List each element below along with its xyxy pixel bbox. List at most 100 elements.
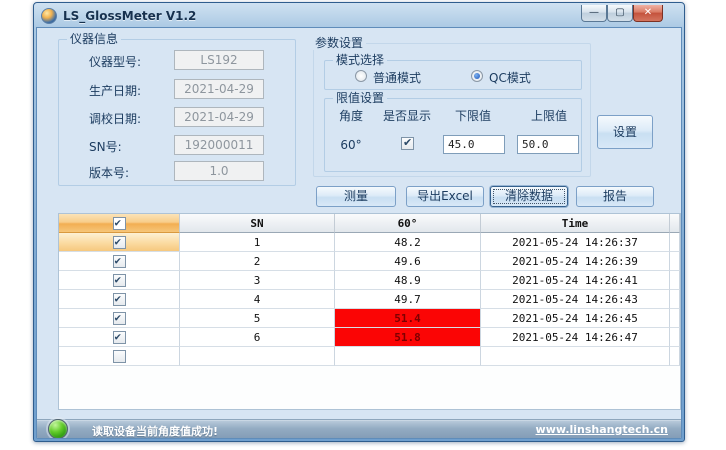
- connection-status-icon: [48, 419, 68, 439]
- prod-date-label: 生产日期:: [89, 82, 175, 99]
- table-row[interactable]: 2 49.6 2021-05-24 14:26:39: [59, 252, 680, 271]
- row-value-cell[interactable]: 49.6: [335, 252, 481, 271]
- qc-mode-label[interactable]: QC模式: [489, 69, 531, 86]
- row-filler-cell: [670, 328, 680, 347]
- row-checkbox[interactable]: [113, 255, 126, 268]
- calib-date-value[interactable]: 2021-04-29: [174, 107, 264, 127]
- mode-select-title: 模式选择: [333, 53, 387, 67]
- qc-mode-radio[interactable]: [471, 70, 483, 82]
- row-select-cell[interactable]: [59, 233, 180, 252]
- row-value-cell[interactable]: 51.4: [335, 309, 481, 328]
- table-rows: 1 48.2 2021-05-24 14:26:37 2 49.6 2021-0…: [59, 233, 680, 366]
- lower-col-header: 下限值: [445, 107, 501, 124]
- angle-col-header: 角度: [331, 107, 371, 124]
- upper-limit-input[interactable]: [517, 135, 579, 154]
- mode-select-group: 模式选择 普通模式 QC模式: [324, 60, 582, 90]
- status-message: 读取设备当前角度值成功!: [92, 423, 218, 439]
- table-row[interactable]: 5 51.4 2021-05-24 14:26:45: [59, 309, 680, 328]
- row-time-cell[interactable]: 2021-05-24 14:26:45: [481, 309, 670, 328]
- row-value-cell[interactable]: 48.2: [335, 233, 481, 252]
- row-select-cell[interactable]: [59, 328, 180, 347]
- model-value[interactable]: LS192: [174, 50, 264, 70]
- upper-col-header: 上限值: [521, 107, 577, 124]
- limit-settings-group: 限值设置 角度 是否显示 下限值 上限值 60°: [324, 98, 582, 172]
- sn-value[interactable]: 192000011: [174, 135, 264, 155]
- row-checkbox[interactable]: [113, 331, 126, 344]
- row-value-cell[interactable]: 51.8: [335, 328, 481, 347]
- angle-column-header[interactable]: 60°: [335, 214, 481, 233]
- report-button[interactable]: 报告: [576, 186, 654, 207]
- show-60-checkbox[interactable]: [401, 137, 414, 150]
- screenshot-stage: LS_GlossMeter V1.2 — ▢ ✕ 仪器信息 仪器型号: LS19…: [0, 0, 726, 450]
- normal-mode-radio[interactable]: [355, 70, 367, 82]
- maximize-button[interactable]: ▢: [607, 5, 633, 22]
- sn-column-header[interactable]: SN: [180, 214, 335, 233]
- close-button[interactable]: ✕: [633, 5, 663, 22]
- table-row[interactable]: [59, 347, 680, 366]
- table-row[interactable]: 1 48.2 2021-05-24 14:26:37: [59, 233, 680, 252]
- row-value-cell[interactable]: [335, 347, 481, 366]
- select-all-checkbox[interactable]: [113, 217, 126, 230]
- status-bar: 读取设备当前角度值成功! www.linshangtech.cn: [37, 420, 681, 438]
- row-value-cell[interactable]: 48.9: [335, 271, 481, 290]
- app-icon: [41, 8, 57, 24]
- row-checkbox[interactable]: [113, 236, 126, 249]
- window-title: LS_GlossMeter V1.2: [63, 9, 196, 23]
- row-time-cell[interactable]: 2021-05-24 14:26:41: [481, 271, 670, 290]
- row-time-cell[interactable]: 2021-05-24 14:26:37: [481, 233, 670, 252]
- clear-data-button[interactable]: 清除数据: [490, 186, 568, 207]
- row-time-cell[interactable]: 2021-05-24 14:26:47: [481, 328, 670, 347]
- table-row[interactable]: 6 51.8 2021-05-24 14:26:47: [59, 328, 680, 347]
- title-bar[interactable]: LS_GlossMeter V1.2 — ▢ ✕: [36, 5, 682, 27]
- row-sn-cell[interactable]: 5: [180, 309, 335, 328]
- row-filler-cell: [670, 252, 680, 271]
- version-label: 版本号:: [89, 164, 175, 181]
- row-checkbox[interactable]: [113, 350, 126, 363]
- sn-label: SN号:: [89, 138, 175, 155]
- row-sn-cell[interactable]: 2: [180, 252, 335, 271]
- minimize-button[interactable]: —: [581, 5, 607, 22]
- row-time-cell[interactable]: [481, 347, 670, 366]
- table-row[interactable]: 4 49.7 2021-05-24 14:26:43: [59, 290, 680, 309]
- prod-date-value[interactable]: 2021-04-29: [174, 79, 264, 99]
- row-checkbox[interactable]: [113, 274, 126, 287]
- row-sn-cell[interactable]: [180, 347, 335, 366]
- row-sn-cell[interactable]: 3: [180, 271, 335, 290]
- row-select-cell[interactable]: [59, 309, 180, 328]
- time-column-header[interactable]: Time: [481, 214, 670, 233]
- row-checkbox[interactable]: [113, 293, 126, 306]
- window-body: 仪器信息 仪器型号: LS192 生产日期: 2021-04-29 调校日期: …: [36, 27, 682, 439]
- row-filler-cell: [670, 233, 680, 252]
- app-window: LS_GlossMeter V1.2 — ▢ ✕ 仪器信息 仪器型号: LS19…: [33, 2, 685, 442]
- filler-column-header: [670, 214, 680, 233]
- row-sn-cell[interactable]: 1: [180, 233, 335, 252]
- row-sn-cell[interactable]: 4: [180, 290, 335, 309]
- vendor-link[interactable]: www.linshangtech.cn: [536, 423, 668, 436]
- normal-mode-label[interactable]: 普通模式: [373, 69, 421, 86]
- model-label: 仪器型号:: [89, 53, 175, 70]
- row-select-cell[interactable]: [59, 252, 180, 271]
- row-time-cell[interactable]: 2021-05-24 14:26:39: [481, 252, 670, 271]
- row-checkbox[interactable]: [113, 312, 126, 325]
- table-header-row: SN 60° Time: [59, 214, 680, 233]
- set-button[interactable]: 设置: [597, 115, 653, 149]
- row-select-cell[interactable]: [59, 347, 180, 366]
- version-value[interactable]: 1.0: [174, 161, 264, 181]
- row-sn-cell[interactable]: 6: [180, 328, 335, 347]
- row-time-cell[interactable]: 2021-05-24 14:26:43: [481, 290, 670, 309]
- measure-button[interactable]: 测量: [316, 186, 396, 207]
- select-all-header-cell[interactable]: [59, 214, 180, 233]
- calib-date-label: 调校日期:: [89, 110, 175, 127]
- row-value-cell[interactable]: 49.7: [335, 290, 481, 309]
- row-select-cell[interactable]: [59, 271, 180, 290]
- row-filler-cell: [670, 309, 680, 328]
- angle-60-label: 60°: [331, 138, 371, 152]
- row-select-cell[interactable]: [59, 290, 180, 309]
- table-row[interactable]: 3 48.9 2021-05-24 14:26:41: [59, 271, 680, 290]
- lower-limit-input[interactable]: [443, 135, 505, 154]
- export-excel-button[interactable]: 导出Excel: [406, 186, 484, 207]
- row-filler-cell: [670, 347, 680, 366]
- row-filler-cell: [670, 290, 680, 309]
- results-table: SN 60° Time 1 48.2 2021-05-24 14:26:37 2…: [58, 213, 681, 410]
- param-settings-title: 参数设置: [312, 36, 366, 50]
